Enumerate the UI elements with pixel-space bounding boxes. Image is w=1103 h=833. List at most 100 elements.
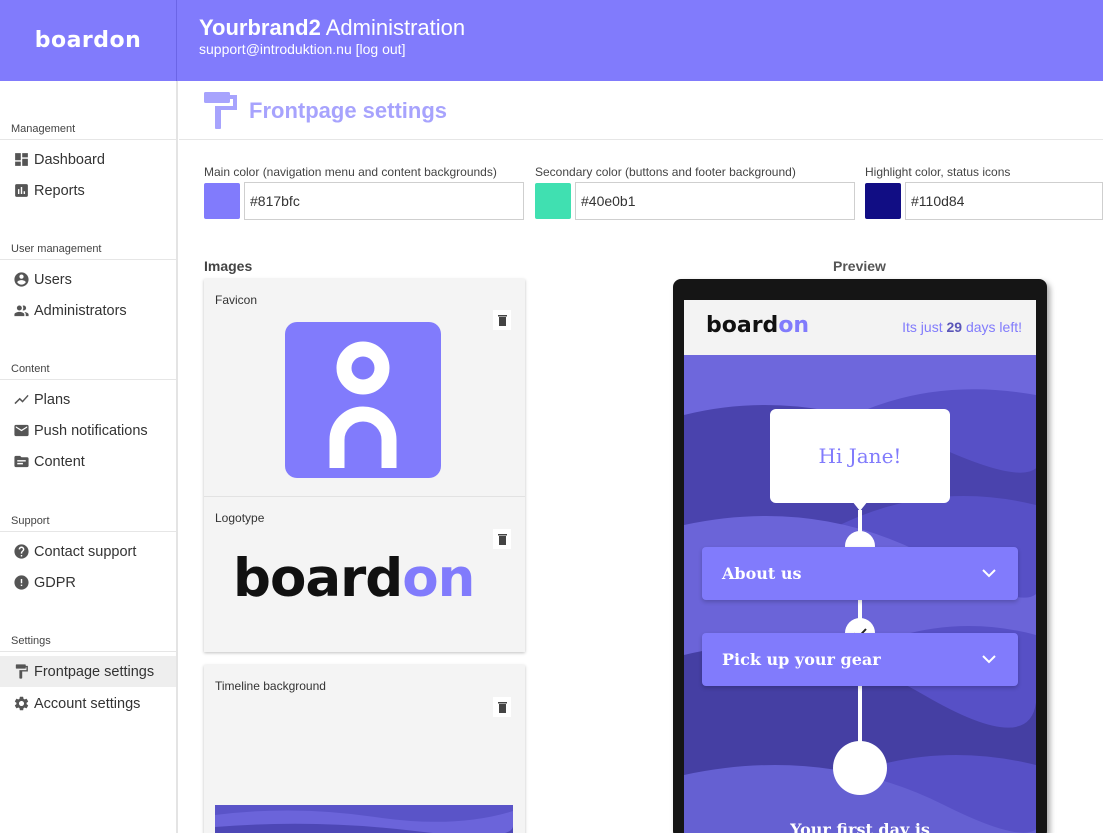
logotype-image-board: board [233, 548, 403, 609]
highlight-color-label: Highlight color, status icons [865, 165, 1011, 179]
logotype-image: boardon [233, 548, 475, 609]
delete-timeline-background-button[interactable] [493, 697, 511, 717]
days-left-suffix: days left! [962, 319, 1022, 335]
preview-logo-board: board [706, 313, 779, 338]
preview-logo-on: on [778, 313, 810, 338]
accordion-pick-up-your-gear[interactable]: Pick up your gear [702, 633, 1018, 686]
sidebar-item-content[interactable]: Content [0, 446, 176, 477]
sidebar-item-label: Reports [34, 182, 85, 199]
admin-title-rest: Administration [320, 15, 466, 40]
sidebar-section-user-management: User management Users Administrators [0, 238, 176, 326]
days-left-prefix: Its just [902, 319, 947, 335]
gear-icon [12, 695, 30, 713]
sidebar-item-plans[interactable]: Plans [0, 384, 176, 415]
sidebar-item-push-notifications[interactable]: Push notifications [0, 415, 176, 446]
favicon-image [285, 322, 441, 478]
secondary-color-group: Secondary color (buttons and footer back… [535, 165, 855, 220]
secondary-color-input[interactable] [575, 182, 855, 220]
trend-line-icon [12, 391, 30, 409]
sidebar-item-label: Push notifications [34, 422, 148, 439]
favicon-label: Favicon [215, 293, 258, 307]
days-left-count: 29 [946, 319, 963, 335]
sidebar-item-administrators[interactable]: Administrators [0, 295, 176, 326]
account-email: support@introduktion.nu [199, 41, 352, 57]
mail-icon [12, 422, 30, 440]
user-circle-icon [12, 271, 30, 289]
images-card: Favicon Logotype boardon [204, 279, 525, 652]
timeline-background-card: Timeline background [204, 665, 525, 833]
paint-roller-icon [204, 92, 237, 129]
main-color-swatch[interactable] [204, 183, 240, 219]
highlight-color-input[interactable] [905, 182, 1103, 220]
admin-title-brand: Yourbrand2 [199, 15, 321, 40]
timeline-node-large [833, 741, 887, 795]
sidebar-item-gdpr[interactable]: GDPR [0, 567, 176, 598]
sidebar-item-users[interactable]: Users [0, 264, 176, 295]
sidebar-heading: Support [0, 510, 176, 532]
first-day-text: Your first day is [790, 820, 930, 833]
timeline-background-image [215, 805, 513, 833]
sidebar-item-dashboard[interactable]: Dashboard [0, 144, 176, 175]
sidebar-heading: Content [0, 358, 176, 380]
sidebar-item-contact-support[interactable]: Contact support [0, 536, 176, 567]
sidebar-item-label: Frontpage settings [34, 663, 155, 680]
logout-link[interactable]: [log out] [356, 41, 406, 57]
bar-chart-icon [12, 182, 30, 200]
sidebar-heading: Settings [0, 630, 176, 652]
folder-icon [12, 453, 30, 471]
greeting-bubble-tail [852, 501, 868, 511]
secondary-color-swatch[interactable] [535, 183, 571, 219]
logotype-label: Logotype [215, 511, 265, 525]
sidebar-item-reports[interactable]: Reports [0, 175, 176, 206]
preview-header: boardon Its just 29 days left! [684, 300, 1036, 355]
main-color-group: Main color (navigation menu and content … [204, 165, 524, 220]
dashboard-icon [12, 151, 30, 169]
account-line: support@introduktion.nu [log out] [199, 41, 465, 57]
sidebar-heading: User management [0, 238, 176, 260]
accordion-title: About us [722, 564, 802, 583]
delete-favicon-button[interactable] [493, 310, 511, 330]
sidebar-item-label: Administrators [34, 302, 127, 319]
main-color-input[interactable] [244, 182, 524, 220]
highlight-color-swatch[interactable] [865, 183, 901, 219]
sidebar-item-label: Dashboard [34, 151, 105, 168]
brand-logo[interactable]: boardon [35, 28, 142, 53]
sidebar-item-label: Account settings [34, 695, 141, 712]
chevron-down-icon [982, 651, 996, 669]
sidebar-heading: Management [0, 118, 176, 140]
brand-logo-cell[interactable]: boardon [0, 0, 177, 81]
people-icon [12, 302, 30, 320]
images-heading: Images [204, 258, 253, 274]
days-left-text: Its just 29 days left! [902, 319, 1022, 335]
sidebar-item-frontpage-settings[interactable]: Frontpage settings [0, 656, 176, 687]
preview-logo: boardon [706, 313, 809, 338]
trash-icon [497, 533, 507, 545]
trash-icon [497, 701, 507, 713]
page-title: Frontpage settings [249, 98, 448, 123]
greeting-bubble: Hi Jane! [770, 409, 950, 503]
admin-title: Yourbrand2 Administration [199, 15, 465, 41]
sidebar-section-settings: Settings Frontpage settings Account sett… [0, 630, 176, 719]
sidebar: Management Dashboard Reports User manage… [0, 81, 178, 833]
sidebar-item-label: Content [34, 453, 85, 470]
help-circle-icon [12, 543, 30, 561]
sidebar-item-label: Contact support [34, 543, 137, 560]
sidebar-section-support: Support Contact support GDPR [0, 510, 176, 598]
sidebar-section-management: Management Dashboard Reports [0, 118, 176, 206]
logotype-section: Logotype boardon [204, 497, 525, 651]
secondary-color-label: Secondary color (buttons and footer back… [535, 165, 796, 179]
highlight-color-group: Highlight color, status icons [865, 165, 1103, 220]
sidebar-item-label: GDPR [34, 574, 76, 591]
main-color-label: Main color (navigation menu and content … [204, 165, 497, 179]
sidebar-section-content: Content Plans Push notifications Content [0, 358, 176, 477]
page-title-row: Frontpage settings [179, 81, 1103, 140]
paint-roller-icon [12, 663, 30, 681]
sidebar-item-account-settings[interactable]: Account settings [0, 688, 176, 719]
trash-icon [497, 314, 507, 326]
accordion-title: Pick up your gear [722, 650, 881, 669]
delete-logotype-button[interactable] [493, 529, 511, 549]
accordion-about-us[interactable]: About us [702, 547, 1018, 600]
chevron-down-icon [982, 565, 996, 583]
phone-preview-screen: boardon Its just 29 days left! Hi Jane! … [684, 300, 1036, 833]
preview-heading: Preview [833, 258, 886, 274]
